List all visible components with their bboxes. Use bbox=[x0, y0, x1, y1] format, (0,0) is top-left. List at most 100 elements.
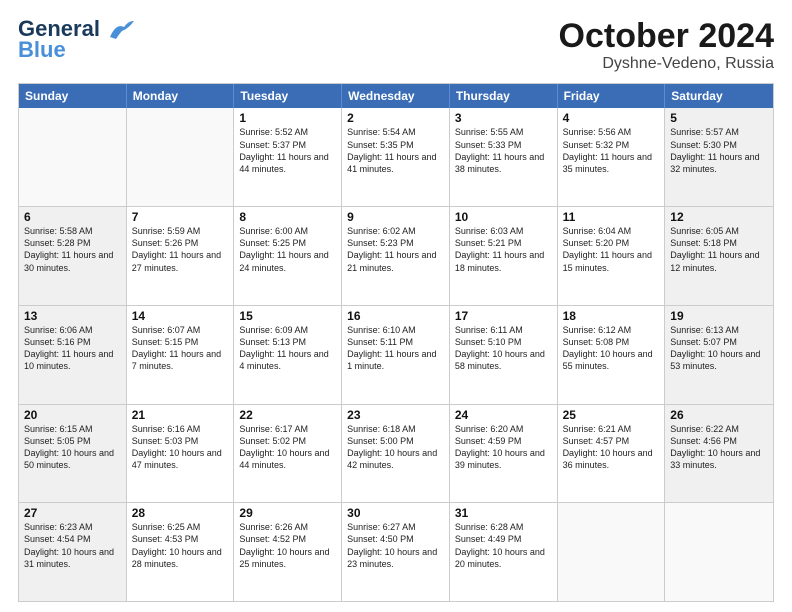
calendar-cell: 2Sunrise: 5:54 AM Sunset: 5:35 PM Daylig… bbox=[342, 108, 450, 206]
page: General Blue October 2024 Dyshne-Vedeno,… bbox=[0, 0, 792, 612]
calendar-cell bbox=[558, 503, 666, 601]
calendar-week-1: 1Sunrise: 5:52 AM Sunset: 5:37 PM Daylig… bbox=[19, 108, 773, 206]
day-number: 7 bbox=[132, 210, 229, 224]
header-monday: Monday bbox=[127, 84, 235, 108]
calendar-cell: 15Sunrise: 6:09 AM Sunset: 5:13 PM Dayli… bbox=[234, 306, 342, 404]
header-sunday: Sunday bbox=[19, 84, 127, 108]
calendar-week-5: 27Sunrise: 6:23 AM Sunset: 4:54 PM Dayli… bbox=[19, 502, 773, 601]
day-number: 29 bbox=[239, 506, 336, 520]
calendar-cell: 19Sunrise: 6:13 AM Sunset: 5:07 PM Dayli… bbox=[665, 306, 773, 404]
calendar-cell: 9Sunrise: 6:02 AM Sunset: 5:23 PM Daylig… bbox=[342, 207, 450, 305]
day-info: Sunrise: 6:09 AM Sunset: 5:13 PM Dayligh… bbox=[239, 324, 336, 373]
calendar-cell: 14Sunrise: 6:07 AM Sunset: 5:15 PM Dayli… bbox=[127, 306, 235, 404]
day-info: Sunrise: 5:52 AM Sunset: 5:37 PM Dayligh… bbox=[239, 126, 336, 175]
calendar-cell bbox=[19, 108, 127, 206]
day-number: 17 bbox=[455, 309, 552, 323]
day-info: Sunrise: 6:20 AM Sunset: 4:59 PM Dayligh… bbox=[455, 423, 552, 472]
calendar-cell: 30Sunrise: 6:27 AM Sunset: 4:50 PM Dayli… bbox=[342, 503, 450, 601]
calendar-cell: 20Sunrise: 6:15 AM Sunset: 5:05 PM Dayli… bbox=[19, 405, 127, 503]
day-info: Sunrise: 6:16 AM Sunset: 5:03 PM Dayligh… bbox=[132, 423, 229, 472]
day-number: 13 bbox=[24, 309, 121, 323]
calendar-cell bbox=[127, 108, 235, 206]
day-info: Sunrise: 6:27 AM Sunset: 4:50 PM Dayligh… bbox=[347, 521, 444, 570]
title-block: October 2024 Dyshne-Vedeno, Russia bbox=[559, 18, 774, 73]
day-number: 22 bbox=[239, 408, 336, 422]
day-info: Sunrise: 6:11 AM Sunset: 5:10 PM Dayligh… bbox=[455, 324, 552, 373]
day-number: 5 bbox=[670, 111, 768, 125]
day-number: 25 bbox=[563, 408, 660, 422]
calendar-cell: 1Sunrise: 5:52 AM Sunset: 5:37 PM Daylig… bbox=[234, 108, 342, 206]
calendar-cell: 23Sunrise: 6:18 AM Sunset: 5:00 PM Dayli… bbox=[342, 405, 450, 503]
day-number: 30 bbox=[347, 506, 444, 520]
day-number: 9 bbox=[347, 210, 444, 224]
calendar-title: October 2024 bbox=[559, 18, 774, 55]
day-number: 16 bbox=[347, 309, 444, 323]
day-number: 8 bbox=[239, 210, 336, 224]
calendar-cell: 4Sunrise: 5:56 AM Sunset: 5:32 PM Daylig… bbox=[558, 108, 666, 206]
calendar-cell: 18Sunrise: 6:12 AM Sunset: 5:08 PM Dayli… bbox=[558, 306, 666, 404]
day-number: 31 bbox=[455, 506, 552, 520]
header-tuesday: Tuesday bbox=[234, 84, 342, 108]
calendar-cell: 16Sunrise: 6:10 AM Sunset: 5:11 PM Dayli… bbox=[342, 306, 450, 404]
logo-blue: Blue bbox=[18, 39, 66, 61]
calendar-cell: 6Sunrise: 5:58 AM Sunset: 5:28 PM Daylig… bbox=[19, 207, 127, 305]
day-number: 15 bbox=[239, 309, 336, 323]
header-thursday: Thursday bbox=[450, 84, 558, 108]
day-number: 10 bbox=[455, 210, 552, 224]
day-info: Sunrise: 6:02 AM Sunset: 5:23 PM Dayligh… bbox=[347, 225, 444, 274]
day-number: 2 bbox=[347, 111, 444, 125]
day-number: 23 bbox=[347, 408, 444, 422]
day-number: 3 bbox=[455, 111, 552, 125]
calendar-cell: 3Sunrise: 5:55 AM Sunset: 5:33 PM Daylig… bbox=[450, 108, 558, 206]
calendar-cell: 28Sunrise: 6:25 AM Sunset: 4:53 PM Dayli… bbox=[127, 503, 235, 601]
day-info: Sunrise: 6:07 AM Sunset: 5:15 PM Dayligh… bbox=[132, 324, 229, 373]
day-info: Sunrise: 6:15 AM Sunset: 5:05 PM Dayligh… bbox=[24, 423, 121, 472]
calendar-body: 1Sunrise: 5:52 AM Sunset: 5:37 PM Daylig… bbox=[19, 108, 773, 601]
day-info: Sunrise: 6:03 AM Sunset: 5:21 PM Dayligh… bbox=[455, 225, 552, 274]
calendar-cell: 22Sunrise: 6:17 AM Sunset: 5:02 PM Dayli… bbox=[234, 405, 342, 503]
calendar-cell: 26Sunrise: 6:22 AM Sunset: 4:56 PM Dayli… bbox=[665, 405, 773, 503]
day-info: Sunrise: 5:56 AM Sunset: 5:32 PM Dayligh… bbox=[563, 126, 660, 175]
day-number: 19 bbox=[670, 309, 768, 323]
day-info: Sunrise: 5:55 AM Sunset: 5:33 PM Dayligh… bbox=[455, 126, 552, 175]
calendar-subtitle: Dyshne-Vedeno, Russia bbox=[559, 55, 774, 73]
header-saturday: Saturday bbox=[665, 84, 773, 108]
day-info: Sunrise: 6:25 AM Sunset: 4:53 PM Dayligh… bbox=[132, 521, 229, 570]
day-number: 21 bbox=[132, 408, 229, 422]
calendar-cell: 27Sunrise: 6:23 AM Sunset: 4:54 PM Dayli… bbox=[19, 503, 127, 601]
day-info: Sunrise: 5:58 AM Sunset: 5:28 PM Dayligh… bbox=[24, 225, 121, 274]
calendar-cell: 29Sunrise: 6:26 AM Sunset: 4:52 PM Dayli… bbox=[234, 503, 342, 601]
day-info: Sunrise: 6:26 AM Sunset: 4:52 PM Dayligh… bbox=[239, 521, 336, 570]
calendar-week-3: 13Sunrise: 6:06 AM Sunset: 5:16 PM Dayli… bbox=[19, 305, 773, 404]
calendar-cell: 7Sunrise: 5:59 AM Sunset: 5:26 PM Daylig… bbox=[127, 207, 235, 305]
day-number: 4 bbox=[563, 111, 660, 125]
day-info: Sunrise: 5:54 AM Sunset: 5:35 PM Dayligh… bbox=[347, 126, 444, 175]
calendar-cell: 10Sunrise: 6:03 AM Sunset: 5:21 PM Dayli… bbox=[450, 207, 558, 305]
calendar-week-2: 6Sunrise: 5:58 AM Sunset: 5:28 PM Daylig… bbox=[19, 206, 773, 305]
day-number: 20 bbox=[24, 408, 121, 422]
header-wednesday: Wednesday bbox=[342, 84, 450, 108]
calendar-cell: 24Sunrise: 6:20 AM Sunset: 4:59 PM Dayli… bbox=[450, 405, 558, 503]
day-info: Sunrise: 6:13 AM Sunset: 5:07 PM Dayligh… bbox=[670, 324, 768, 373]
day-info: Sunrise: 6:06 AM Sunset: 5:16 PM Dayligh… bbox=[24, 324, 121, 373]
day-info: Sunrise: 6:04 AM Sunset: 5:20 PM Dayligh… bbox=[563, 225, 660, 274]
day-number: 18 bbox=[563, 309, 660, 323]
calendar-cell: 8Sunrise: 6:00 AM Sunset: 5:25 PM Daylig… bbox=[234, 207, 342, 305]
calendar: Sunday Monday Tuesday Wednesday Thursday… bbox=[18, 83, 774, 602]
day-number: 28 bbox=[132, 506, 229, 520]
day-number: 12 bbox=[670, 210, 768, 224]
calendar-cell: 31Sunrise: 6:28 AM Sunset: 4:49 PM Dayli… bbox=[450, 503, 558, 601]
calendar-cell: 11Sunrise: 6:04 AM Sunset: 5:20 PM Dayli… bbox=[558, 207, 666, 305]
day-info: Sunrise: 6:18 AM Sunset: 5:00 PM Dayligh… bbox=[347, 423, 444, 472]
logo-bird-icon bbox=[106, 19, 134, 41]
calendar-cell: 12Sunrise: 6:05 AM Sunset: 5:18 PM Dayli… bbox=[665, 207, 773, 305]
calendar-cell: 17Sunrise: 6:11 AM Sunset: 5:10 PM Dayli… bbox=[450, 306, 558, 404]
day-info: Sunrise: 5:57 AM Sunset: 5:30 PM Dayligh… bbox=[670, 126, 768, 175]
day-number: 24 bbox=[455, 408, 552, 422]
day-info: Sunrise: 6:00 AM Sunset: 5:25 PM Dayligh… bbox=[239, 225, 336, 274]
calendar-week-4: 20Sunrise: 6:15 AM Sunset: 5:05 PM Dayli… bbox=[19, 404, 773, 503]
day-info: Sunrise: 5:59 AM Sunset: 5:26 PM Dayligh… bbox=[132, 225, 229, 274]
header-friday: Friday bbox=[558, 84, 666, 108]
day-info: Sunrise: 6:23 AM Sunset: 4:54 PM Dayligh… bbox=[24, 521, 121, 570]
day-info: Sunrise: 6:12 AM Sunset: 5:08 PM Dayligh… bbox=[563, 324, 660, 373]
